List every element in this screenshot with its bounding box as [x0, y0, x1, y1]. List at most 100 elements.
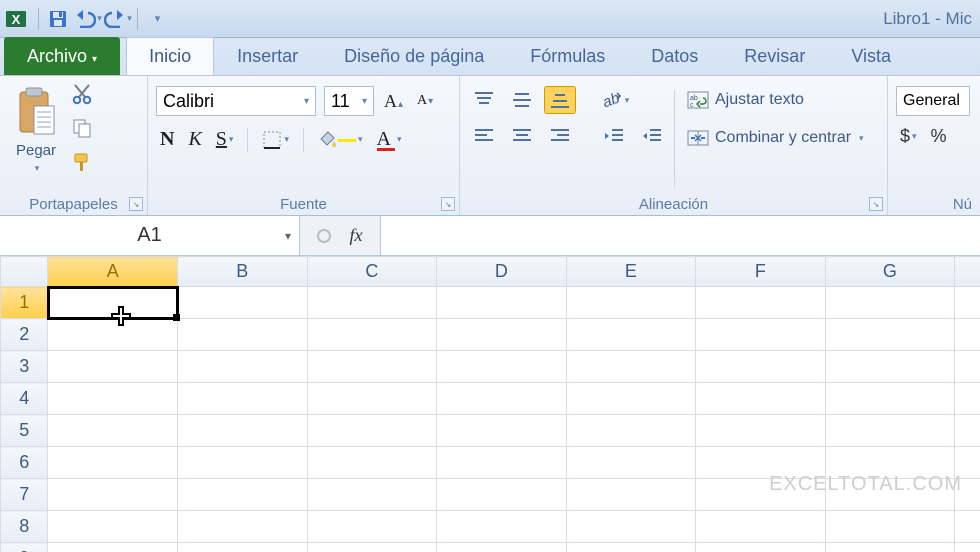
cell[interactable] — [955, 351, 980, 383]
column-header-d[interactable]: D — [437, 257, 567, 287]
cell[interactable] — [48, 351, 178, 383]
cell[interactable] — [566, 415, 696, 447]
increase-font-button[interactable]: A — [380, 89, 407, 114]
cell[interactable] — [437, 287, 567, 319]
column-header-h[interactable]: H — [955, 257, 980, 287]
customize-qat-button[interactable]: ▾ — [143, 5, 171, 33]
paste-button[interactable]: Pegar ▾ — [8, 80, 64, 178]
column-header-c[interactable]: C — [307, 257, 437, 287]
cell[interactable] — [566, 383, 696, 415]
cell[interactable] — [48, 383, 178, 415]
merge-center-button[interactable]: Combinar y centrar ▾ — [681, 126, 870, 150]
cell[interactable] — [307, 319, 437, 351]
cell[interactable] — [825, 415, 955, 447]
font-size-combo[interactable]: 11 ▾ — [324, 86, 374, 116]
currency-button[interactable]: $▾ — [896, 124, 921, 149]
decrease-font-button[interactable]: A — [413, 91, 437, 111]
row-header-9[interactable]: 9 — [1, 543, 48, 552]
row-header-3[interactable]: 3 — [1, 351, 48, 383]
tab-vista[interactable]: Vista — [828, 37, 914, 75]
select-all-button[interactable] — [1, 257, 48, 287]
cell[interactable] — [825, 383, 955, 415]
cell[interactable] — [825, 319, 955, 351]
row-header-5[interactable]: 5 — [1, 415, 48, 447]
cell[interactable] — [307, 351, 437, 383]
bold-button[interactable]: N — [156, 126, 178, 153]
align-right-button[interactable] — [544, 122, 576, 150]
insert-function-button[interactable]: fx — [342, 222, 370, 250]
cell[interactable] — [178, 511, 308, 543]
cell[interactable] — [437, 511, 567, 543]
number-format-combo[interactable]: General — [896, 86, 970, 116]
cell[interactable] — [178, 383, 308, 415]
tab-diseno-de-pagina[interactable]: Diseño de página — [321, 37, 507, 75]
cell[interactable] — [955, 511, 980, 543]
percent-button[interactable]: % — [927, 124, 951, 149]
cell[interactable] — [566, 287, 696, 319]
cell[interactable] — [437, 383, 567, 415]
name-box[interactable]: A1 ▾ — [0, 216, 300, 255]
cell[interactable] — [696, 287, 826, 319]
cell[interactable] — [566, 479, 696, 511]
save-button[interactable] — [44, 5, 72, 33]
cell[interactable] — [178, 447, 308, 479]
cell[interactable] — [696, 511, 826, 543]
tab-insertar[interactable]: Insertar — [214, 37, 321, 75]
clipboard-dialog-launcher[interactable]: ↘ — [129, 197, 143, 211]
cell[interactable] — [566, 511, 696, 543]
font-color-button[interactable]: A ▾ — [373, 126, 406, 153]
column-header-f[interactable]: F — [696, 257, 826, 287]
row-header-4[interactable]: 4 — [1, 383, 48, 415]
row-header-7[interactable]: 7 — [1, 479, 48, 511]
cell[interactable] — [566, 319, 696, 351]
italic-button[interactable]: K — [184, 126, 205, 153]
spreadsheet-grid[interactable]: A B C D E F G H 1 2 3 4 5 6 7 8 9 EXCELT… — [0, 256, 980, 552]
cell[interactable] — [696, 543, 826, 552]
cell[interactable] — [437, 351, 567, 383]
align-bottom-button[interactable] — [544, 86, 576, 114]
cell[interactable] — [566, 351, 696, 383]
cell[interactable] — [437, 319, 567, 351]
column-header-b[interactable]: B — [178, 257, 308, 287]
cell[interactable] — [825, 511, 955, 543]
cell[interactable] — [307, 511, 437, 543]
cell[interactable] — [955, 415, 980, 447]
cell[interactable] — [307, 479, 437, 511]
cell[interactable] — [825, 287, 955, 319]
cell[interactable] — [48, 447, 178, 479]
column-header-a[interactable]: A — [48, 257, 178, 287]
cell[interactable] — [307, 415, 437, 447]
cell[interactable] — [696, 319, 826, 351]
cell[interactable] — [307, 543, 437, 552]
cell[interactable] — [437, 543, 567, 552]
cell[interactable] — [307, 383, 437, 415]
underline-button[interactable]: S▾ — [212, 126, 238, 153]
tab-inicio[interactable]: Inicio — [126, 37, 214, 75]
cell[interactable] — [696, 351, 826, 383]
row-header-1[interactable]: 1 — [1, 287, 48, 319]
cell[interactable] — [437, 479, 567, 511]
cell[interactable] — [48, 415, 178, 447]
cell[interactable] — [307, 447, 437, 479]
align-middle-button[interactable] — [506, 86, 538, 114]
align-left-button[interactable] — [468, 122, 500, 150]
orientation-button[interactable]: ab▾ — [598, 86, 630, 114]
cell[interactable] — [178, 543, 308, 552]
cell[interactable] — [48, 543, 178, 552]
cell[interactable] — [696, 415, 826, 447]
cell[interactable] — [825, 543, 955, 552]
cell-a1[interactable] — [48, 287, 178, 319]
formula-input[interactable] — [381, 216, 980, 255]
cell[interactable] — [696, 383, 826, 415]
cell[interactable] — [178, 319, 308, 351]
align-center-button[interactable] — [506, 122, 538, 150]
cell[interactable] — [955, 319, 980, 351]
column-header-g[interactable]: G — [825, 257, 955, 287]
cell[interactable] — [48, 479, 178, 511]
increase-indent-button[interactable] — [636, 122, 668, 150]
font-name-combo[interactable]: Calibri ▾ — [156, 86, 316, 116]
borders-button[interactable]: ▾ — [258, 128, 293, 152]
cell[interactable] — [437, 447, 567, 479]
copy-button[interactable] — [68, 114, 96, 142]
font-dialog-launcher[interactable]: ↘ — [441, 197, 455, 211]
